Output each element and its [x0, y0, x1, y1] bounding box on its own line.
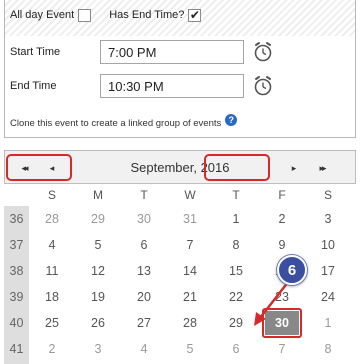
clone-event-row: Clone this event to create a linked grou… — [10, 114, 238, 129]
calendar-day[interactable]: 28 — [167, 310, 213, 336]
checkmark-icon: ✔ — [189, 8, 200, 22]
week-number: 38 — [9, 264, 24, 278]
calendar-day[interactable]: 7 — [167, 232, 213, 258]
calendar-day[interactable]: 19 — [75, 284, 121, 310]
calendar-day[interactable]: 1 — [213, 206, 259, 232]
calendar-day-other-month[interactable]: 6 — [213, 336, 259, 362]
calendar-day[interactable]: 18 — [29, 284, 75, 310]
calendar-day-other-month[interactable]: 7 — [259, 336, 305, 362]
week-number: 40 — [9, 316, 24, 330]
prev-nav-highlight — [6, 154, 72, 181]
selected-day-highlight — [262, 308, 302, 338]
weekday-header: T — [140, 188, 148, 202]
calendar-day-other-month[interactable]: 1 — [305, 310, 351, 336]
calendar-day-other-month[interactable]: 2 — [29, 336, 75, 362]
start-time-clock-icon[interactable] — [252, 41, 274, 63]
next-month-button[interactable]: ▸ — [280, 158, 308, 178]
all-day-label: All day Event — [10, 9, 75, 21]
next-year-button[interactable]: ▸▸ — [308, 158, 336, 178]
calendar-day-other-month[interactable]: 29 — [75, 206, 121, 232]
weekday-header: W — [184, 188, 196, 202]
calendar-day-other-month[interactable]: 4 — [121, 336, 167, 362]
calendar-day[interactable]: 6 — [121, 232, 167, 258]
calendar-day-other-month[interactable]: 30 — [121, 206, 167, 232]
calendar-day[interactable]: 25 — [29, 310, 75, 336]
weekday-header: T — [232, 188, 240, 202]
calendar-day[interactable]: 24 — [305, 284, 351, 310]
calendar-day-other-month[interactable]: 31 — [167, 206, 213, 232]
calendar-day[interactable]: 29 — [213, 310, 259, 336]
calendar-day[interactable]: 10 — [305, 232, 351, 258]
calendar-day-other-month[interactable]: 28 — [29, 206, 75, 232]
end-time-value: 10:30 PM — [108, 78, 164, 94]
chevron-right-icon: ▸ — [291, 162, 297, 173]
has-end-time-checkbox[interactable]: ✔ — [188, 8, 202, 22]
weekday-header: F — [278, 188, 286, 202]
week-number: 39 — [9, 290, 24, 304]
start-time-value: 7:00 PM — [108, 44, 157, 60]
week-number: 41 — [9, 342, 24, 356]
event-options-row: All day Event Has End Time? ✔ — [10, 7, 202, 23]
calendar-day[interactable]: 3 — [305, 206, 351, 232]
next-nav-highlight — [204, 154, 270, 181]
help-icon[interactable]: ? — [225, 114, 238, 126]
weekday-header: S — [323, 188, 332, 202]
weekday-header: S — [47, 188, 56, 202]
calendar-day[interactable]: 5 — [75, 232, 121, 258]
calendar-day[interactable]: 21 — [167, 284, 213, 310]
end-time-label: End Time — [10, 80, 57, 92]
calendar-day[interactable]: 12 — [75, 258, 121, 284]
start-time-label: Start Time — [10, 46, 61, 58]
calendar-day[interactable]: 27 — [121, 310, 167, 336]
calendar-day[interactable]: 14 — [167, 258, 213, 284]
calendar-day[interactable]: 17 — [305, 258, 351, 284]
double-chevron-right-icon: ▸▸ — [319, 162, 326, 173]
calendar-day[interactable]: 13 — [121, 258, 167, 284]
calendar-day[interactable]: 20 — [121, 284, 167, 310]
calendar-day[interactable]: 8 — [213, 232, 259, 258]
calendar-day[interactable]: 26 — [75, 310, 121, 336]
calendar-day[interactable]: 11 — [29, 258, 75, 284]
clone-event-link[interactable]: Clone this event to create a linked grou… — [10, 118, 221, 129]
calendar-day[interactable]: 4 — [29, 232, 75, 258]
step-number-badge: 6 — [277, 255, 307, 285]
has-end-time-label: Has End Time? — [109, 9, 185, 21]
date-picker-calendar: ◂◂ ◂ September, 2016 ▸ ▸▸ SMTWTFS 36 28 29… — [4, 150, 356, 364]
calendar-day[interactable]: 15 — [213, 258, 259, 284]
all-day-checkbox[interactable] — [78, 8, 92, 22]
calendar-day-other-month[interactable]: 3 — [75, 336, 121, 362]
calendar-day[interactable]: 9 — [259, 232, 305, 258]
start-time-row: Start Time 7:00 PM — [10, 40, 244, 64]
week-number: 36 — [9, 212, 24, 226]
week-number: 37 — [9, 238, 24, 252]
end-time-input[interactable]: 10:30 PM — [100, 74, 244, 98]
calendar-day[interactable]: 23 — [259, 284, 305, 310]
start-time-input[interactable]: 7:00 PM — [100, 40, 244, 64]
calendar-day-other-month[interactable]: 8 — [305, 336, 351, 362]
calendar-day[interactable]: 2 — [259, 206, 305, 232]
end-time-row: End Time 10:30 PM — [10, 74, 244, 98]
weekday-header: M — [93, 188, 103, 202]
calendar-day-other-month[interactable]: 5 — [167, 336, 213, 362]
end-time-clock-icon[interactable] — [252, 75, 274, 97]
event-details-panel: All day Event Has End Time? ✔ Start Time… — [4, 0, 356, 138]
calendar-day[interactable]: 22 — [213, 284, 259, 310]
